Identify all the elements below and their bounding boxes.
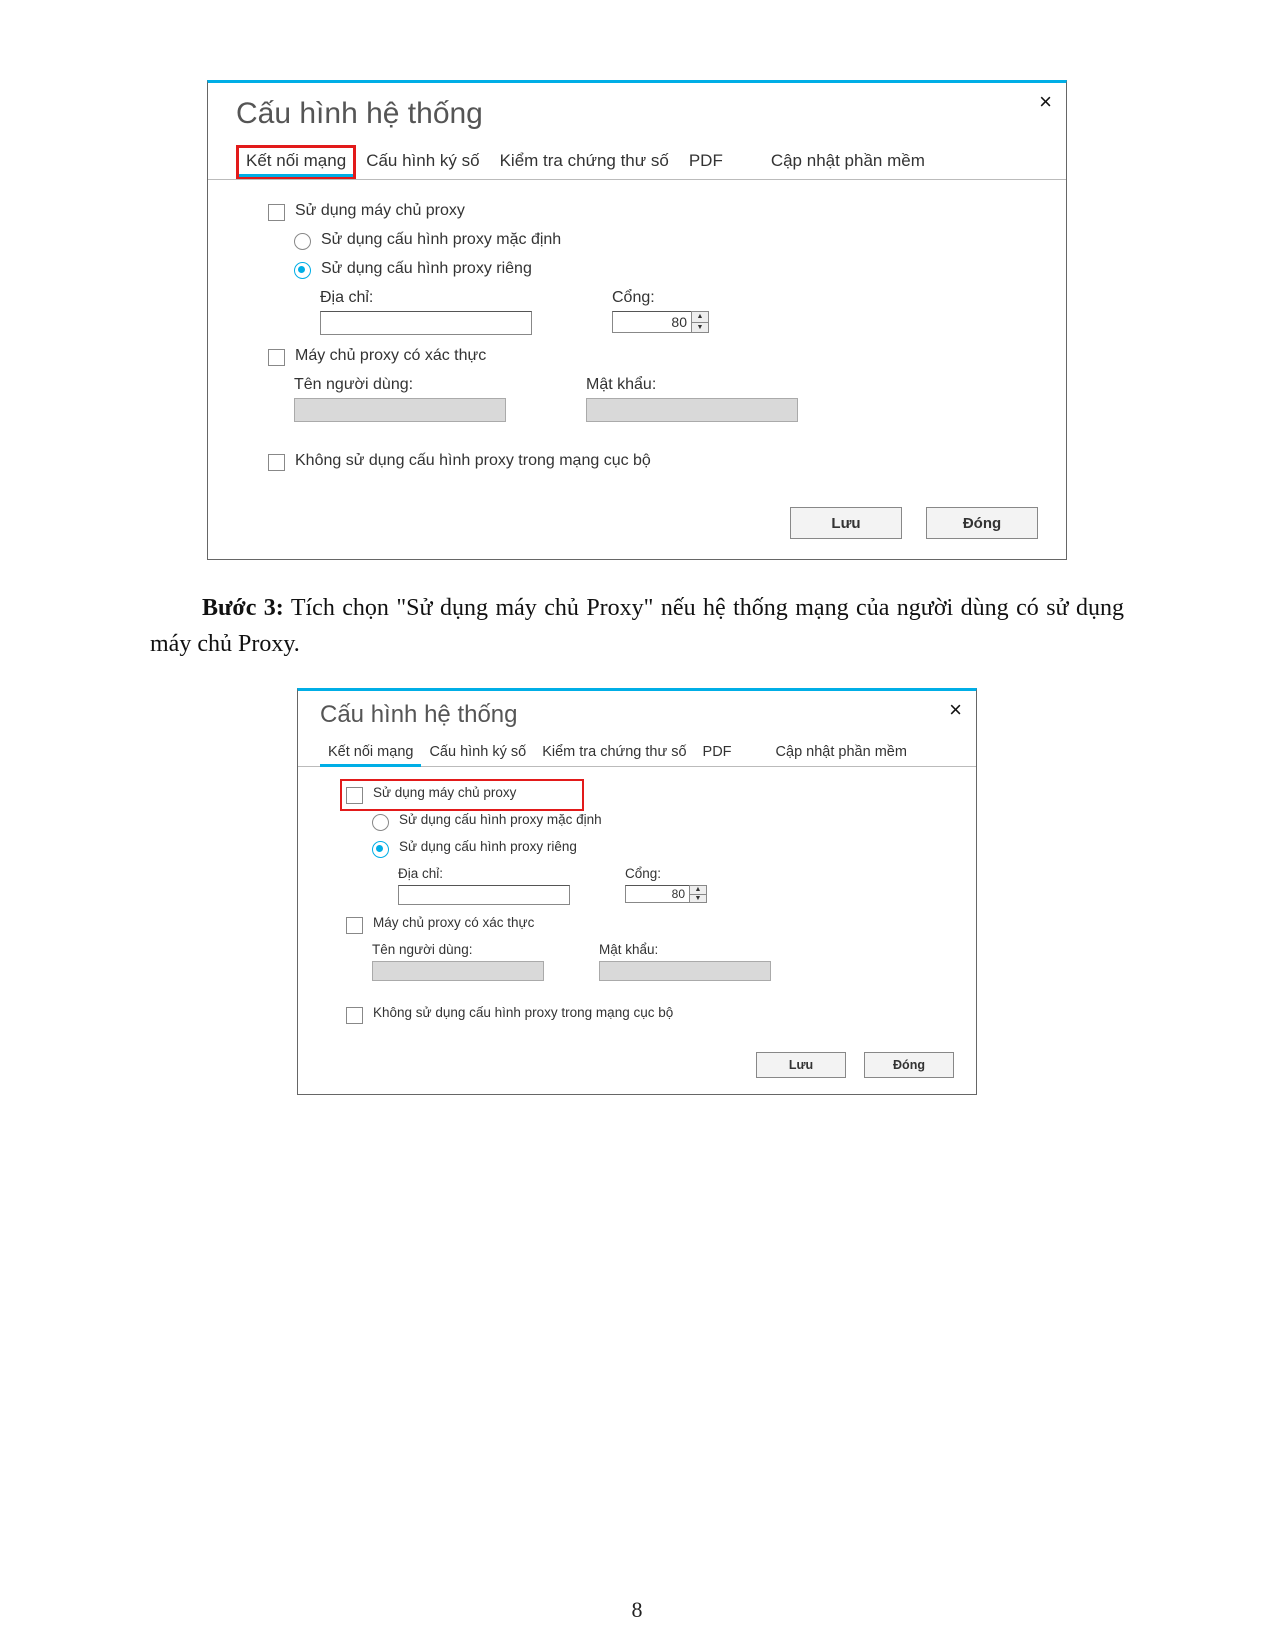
label-port: Cổng: — [625, 866, 707, 881]
tab-signature[interactable]: Cấu hình ký số — [356, 145, 489, 179]
page-number: 8 — [0, 1597, 1274, 1623]
dialog-content: Sử dụng máy chủ proxy Sử dụng cấu hình p… — [298, 767, 976, 1044]
radio-custom-proxy[interactable] — [372, 841, 389, 858]
label-custom-proxy: Sử dụng cấu hình proxy riêng — [399, 839, 577, 854]
label-auth-proxy: Máy chủ proxy có xác thực — [373, 915, 534, 930]
tab-network[interactable]: Kết nối mạng — [236, 145, 356, 179]
input-username[interactable] — [294, 398, 506, 422]
label-password: Mật khẩu: — [586, 376, 798, 394]
input-port[interactable]: 80 ▲▼ — [612, 311, 709, 333]
dialog-footer: Lưu Đóng — [298, 1044, 976, 1094]
label-default-proxy: Sử dụng cấu hình proxy mặc định — [399, 812, 602, 827]
spinner-down-icon[interactable]: ▼ — [690, 895, 706, 903]
radio-default-proxy[interactable] — [372, 814, 389, 831]
close-icon[interactable]: × — [1039, 89, 1052, 115]
tab-verify[interactable]: Kiểm tra chứng thư số — [534, 739, 694, 766]
save-button[interactable]: Lưu — [790, 507, 902, 539]
tab-verify[interactable]: Kiểm tra chứng thư số — [490, 145, 679, 179]
input-address[interactable] — [320, 311, 532, 335]
tabs: Kết nối mạng Cấu hình ký số Kiểm tra chứ… — [208, 145, 1066, 180]
label-address: Địa chỉ: — [398, 866, 570, 881]
close-button[interactable]: Đóng — [926, 507, 1038, 539]
close-icon[interactable]: × — [949, 697, 962, 723]
input-username[interactable] — [372, 961, 544, 981]
label-password: Mật khẩu: — [599, 942, 771, 957]
step-text: Tích chọn "Sử dụng máy chủ Proxy" nếu hệ… — [150, 595, 1124, 657]
port-value: 80 — [612, 311, 691, 333]
tab-update[interactable]: Cập nhật phần mềm — [768, 739, 915, 766]
dialog-title: Cấu hình hệ thống — [208, 83, 1066, 145]
spinner-down-icon[interactable]: ▼ — [692, 323, 708, 333]
input-password[interactable] — [586, 398, 798, 422]
label-port: Cổng: — [612, 289, 709, 307]
checkbox-auth-proxy[interactable] — [268, 349, 285, 366]
spinner-up-icon[interactable]: ▲ — [692, 312, 708, 323]
label-address: Địa chỉ: — [320, 289, 532, 307]
radio-custom-proxy[interactable] — [294, 262, 311, 279]
tab-update[interactable]: Cập nhật phần mềm — [761, 145, 935, 179]
save-button[interactable]: Lưu — [756, 1052, 846, 1078]
label-username: Tên người dùng: — [372, 942, 544, 957]
dialog-title: Cấu hình hệ thống — [298, 691, 976, 739]
label-no-proxy-local: Không sử dụng cấu hình proxy trong mạng … — [295, 452, 651, 470]
input-password[interactable] — [599, 961, 771, 981]
tab-pdf[interactable]: PDF — [679, 145, 733, 179]
system-config-dialog-1: × Cấu hình hệ thống Kết nối mạng Cấu hìn… — [207, 80, 1067, 560]
tab-pdf[interactable]: PDF — [695, 739, 740, 766]
label-auth-proxy: Máy chủ proxy có xác thực — [295, 347, 486, 365]
dialog-footer: Lưu Đóng — [208, 497, 1066, 559]
instruction-text: Bước 3: Tích chọn "Sử dụng máy chủ Proxy… — [150, 590, 1124, 662]
checkbox-no-proxy-local[interactable] — [346, 1007, 363, 1024]
system-config-dialog-2: × Cấu hình hệ thống Kết nối mạng Cấu hìn… — [297, 688, 977, 1095]
step-label: Bước 3: — [202, 595, 284, 621]
label-username: Tên người dùng: — [294, 376, 506, 394]
checkbox-no-proxy-local[interactable] — [268, 454, 285, 471]
tab-network[interactable]: Kết nối mạng — [320, 739, 421, 766]
dialog-content: Sử dụng máy chủ proxy Sử dụng cấu hình p… — [208, 180, 1066, 497]
label-use-proxy: Sử dụng máy chủ proxy — [373, 785, 516, 800]
input-address[interactable] — [398, 885, 570, 905]
checkbox-auth-proxy[interactable] — [346, 917, 363, 934]
label-default-proxy: Sử dụng cấu hình proxy mặc định — [321, 231, 561, 249]
port-value: 80 — [625, 885, 689, 903]
checkbox-use-proxy[interactable] — [268, 204, 285, 221]
spinner-buttons[interactable]: ▲▼ — [691, 311, 709, 333]
close-button[interactable]: Đóng — [864, 1052, 954, 1078]
label-no-proxy-local: Không sử dụng cấu hình proxy trong mạng … — [373, 1005, 673, 1020]
label-custom-proxy: Sử dụng cấu hình proxy riêng — [321, 260, 532, 278]
checkbox-use-proxy[interactable] — [346, 787, 363, 804]
tab-signature[interactable]: Cấu hình ký số — [421, 739, 534, 766]
radio-default-proxy[interactable] — [294, 233, 311, 250]
input-port[interactable]: 80 ▲▼ — [625, 885, 707, 903]
label-use-proxy: Sử dụng máy chủ proxy — [295, 202, 465, 220]
tabs: Kết nối mạng Cấu hình ký số Kiểm tra chứ… — [298, 739, 976, 767]
spinner-buttons[interactable]: ▲▼ — [689, 885, 707, 903]
spinner-up-icon[interactable]: ▲ — [690, 886, 706, 895]
